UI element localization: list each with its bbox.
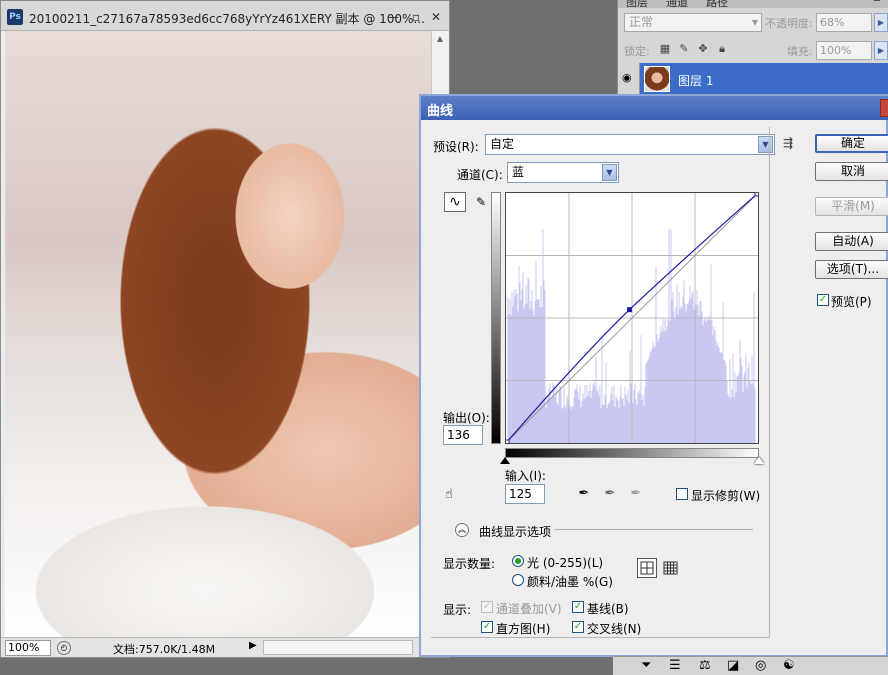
- opacity-label: 不透明度:: [765, 17, 813, 30]
- photo-filter-icon[interactable]: ◎: [755, 658, 766, 673]
- document-titlebar[interactable]: Ps 20100211_c27167a78593ed6cc768yYrYz461…: [1, 1, 449, 31]
- maximize-icon[interactable]: ▫: [409, 10, 423, 24]
- preview-checkbox[interactable]: ✓: [817, 294, 829, 306]
- opacity-arrow-icon[interactable]: ▶: [874, 13, 888, 32]
- fill-field[interactable]: 100%: [816, 41, 872, 60]
- blend-mode-select[interactable]: 正常: [624, 13, 762, 32]
- tab-layers[interactable]: 图层: [622, 0, 652, 8]
- lock-brush-icon[interactable]: ✎: [677, 42, 691, 56]
- scroll-up-icon[interactable]: ▲: [434, 33, 446, 45]
- lock-all-icon[interactable]: 🔒︎: [715, 42, 729, 56]
- auto-button[interactable]: 自动(A): [815, 232, 888, 251]
- document-title: 20100211_c27167a78593ed6cc768yYrYz461XER…: [29, 12, 425, 26]
- tab-channels[interactable]: 通道: [662, 0, 692, 8]
- options-button[interactable]: 选项(T)...: [815, 260, 888, 279]
- photoshop-app-icon: Ps: [7, 9, 23, 25]
- balance-icon[interactable]: ⚖: [699, 658, 711, 673]
- lock-label: 锁定:: [624, 45, 650, 58]
- horizontal-scrollbar[interactable]: [263, 640, 413, 655]
- cancel-button[interactable]: 取消: [815, 162, 888, 181]
- fill-label: 填充:: [787, 45, 813, 58]
- layers-panel: 图层 通道 路径 ≡ 正常 不透明度: 68% ▶ 锁定: ▦ ✎ ✥ 🔒︎ 填…: [617, 0, 888, 100]
- minimize-icon[interactable]: —: [386, 10, 400, 24]
- panel-menu-icon[interactable]: ≡: [869, 0, 885, 5]
- layer-row[interactable]: ◉ 图层 1: [618, 63, 888, 95]
- curves-titlebar[interactable]: 曲线: [421, 96, 888, 120]
- photo-canvas[interactable]: [5, 31, 431, 637]
- lock-move-icon[interactable]: ✥: [696, 42, 710, 56]
- status-info-icon[interactable]: ◴: [57, 641, 71, 655]
- fill-arrow-icon[interactable]: ▶: [874, 41, 888, 60]
- lock-transparency-icon[interactable]: ▦: [658, 42, 672, 56]
- dialog-groupbox: [431, 127, 770, 638]
- document-size-info: 文档:757.0K/1.48M: [113, 643, 216, 656]
- dialog-title: 曲线: [427, 104, 454, 119]
- layer-thumbnail: [644, 66, 670, 92]
- close-icon[interactable]: ✕: [429, 10, 443, 24]
- smooth-button[interactable]: 平滑(M): [815, 197, 888, 216]
- ok-button[interactable]: 确定: [815, 134, 888, 153]
- preset-options-icon[interactable]: ⇶: [783, 136, 793, 150]
- eye-icon[interactable]: ◉: [622, 72, 636, 83]
- adjustments-strip: ⏷ ☰ ⚖ ◪ ◎ ☯: [613, 656, 888, 675]
- levels-icon[interactable]: ⏷: [641, 658, 651, 673]
- curves-adjust-icon[interactable]: ☰: [669, 658, 681, 673]
- mixer-icon[interactable]: ☯: [783, 658, 795, 673]
- visibility-cell[interactable]: ◉: [618, 63, 640, 95]
- document-window: Ps 20100211_c27167a78593ed6cc768yYrYz461…: [0, 0, 450, 658]
- status-menu-arrow-icon[interactable]: ▶: [249, 640, 257, 651]
- opacity-field[interactable]: 68%: [816, 13, 872, 32]
- black-white-icon[interactable]: ◪: [727, 658, 739, 673]
- layer-name[interactable]: 图层 1: [678, 72, 713, 89]
- panel-tabs: 图层 通道 路径 ≡: [618, 0, 888, 8]
- zoom-field[interactable]: 100%: [5, 640, 51, 656]
- document-statusbar: 100% ◴ 文档:757.0K/1.48M ▶: [1, 637, 449, 657]
- tab-paths[interactable]: 路径: [702, 0, 732, 8]
- preview-label[interactable]: 预览(P): [831, 293, 872, 310]
- close-icon[interactable]: [880, 99, 888, 117]
- curves-dialog: 曲线 预设(R): 自定 ▼ ⇶ 通道(C): 蓝 ▼ 确定 取消 平滑(M) …: [419, 94, 888, 657]
